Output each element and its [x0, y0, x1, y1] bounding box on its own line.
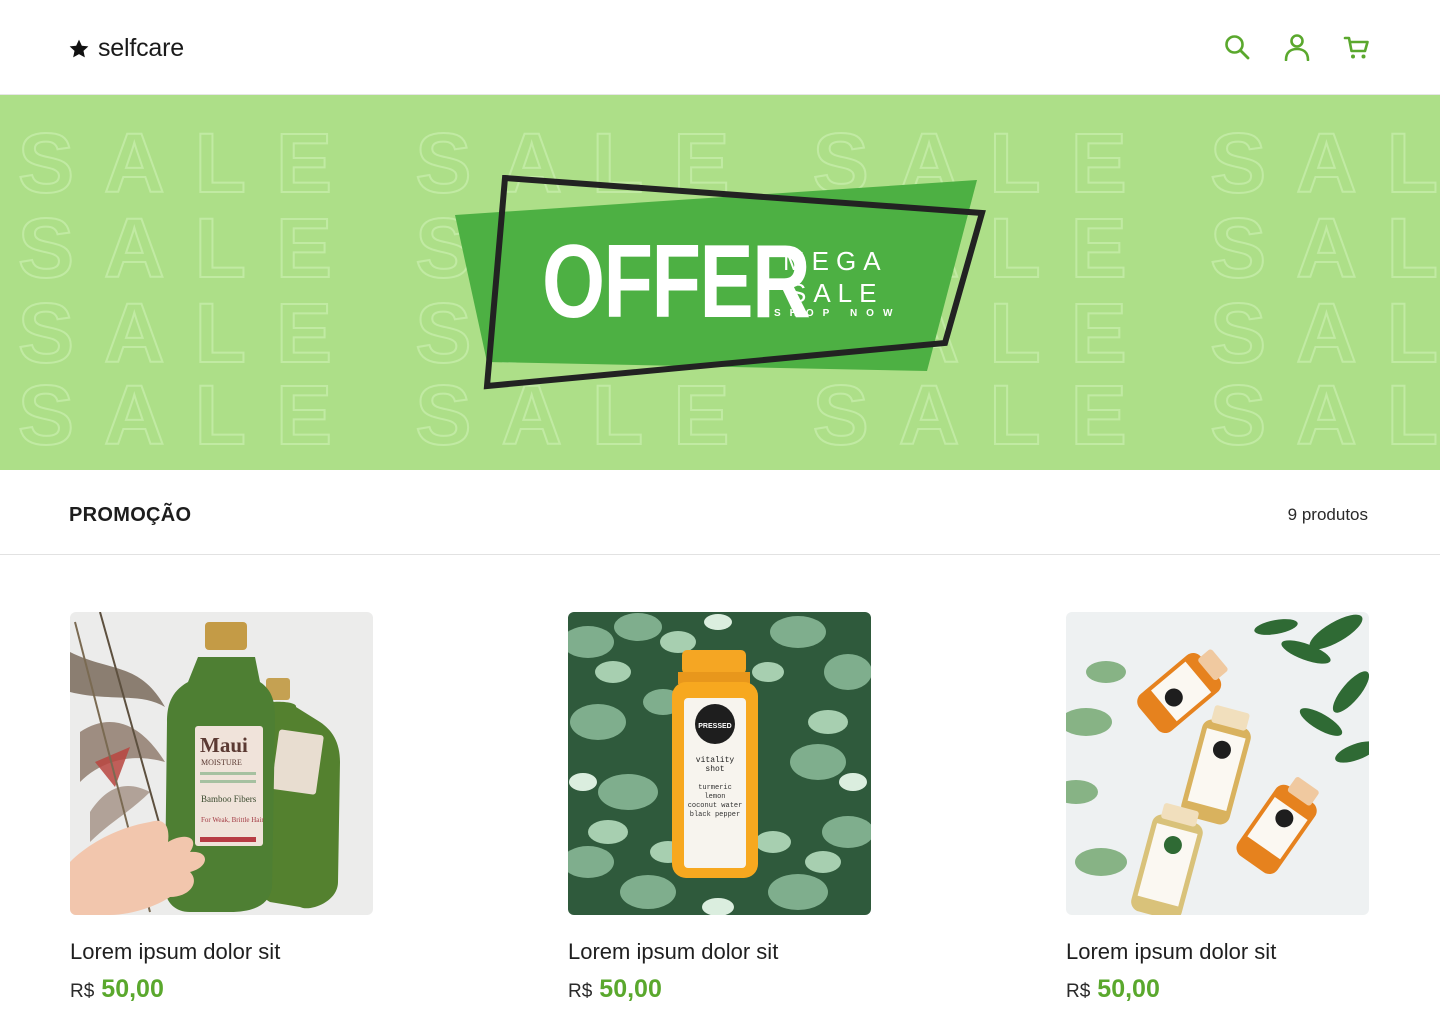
svg-text:vitality: vitality — [696, 756, 735, 765]
product-image-vitality-shot[interactable]: PRESSED vitality shot turmeric lemon coc… — [568, 612, 871, 915]
svg-text:For Weak, Brittle Hair: For Weak, Brittle Hair — [201, 816, 264, 824]
product-card[interactable]: Lorem ipsum dolor sit R$ 50,00 — [1066, 612, 1369, 1004]
svg-text:lemon: lemon — [704, 793, 725, 801]
section-header: PROMOÇÃO 9 produtos — [0, 470, 1440, 555]
svg-text:black pepper: black pepper — [690, 811, 740, 819]
price-amount: 50,00 — [599, 975, 662, 1003]
search-icon — [1225, 35, 1250, 60]
product-name[interactable]: Lorem ipsum dolor sit — [1066, 939, 1369, 965]
cart-button[interactable] — [1342, 30, 1372, 64]
svg-text:turmeric: turmeric — [698, 784, 732, 792]
product-image-juice-shots[interactable] — [1066, 612, 1369, 915]
svg-text:Bamboo Fibers: Bamboo Fibers — [201, 794, 257, 804]
product-name[interactable]: Lorem ipsum dolor sit — [568, 939, 871, 965]
svg-text:Maui: Maui — [200, 733, 248, 757]
star-icon — [69, 39, 89, 57]
account-button[interactable] — [1282, 30, 1312, 64]
promo-banner[interactable]: SALE SALE SALE SALE SALE SALE SALE SALE … — [0, 95, 1440, 470]
brand-name: selfcare — [98, 34, 184, 62]
svg-text:coconut water: coconut water — [688, 802, 743, 810]
price-currency: R$ — [1066, 981, 1091, 1002]
product-price: R$ 50,00 — [1066, 975, 1369, 1004]
product-image-shampoo[interactable]: Maui MOISTURE Bamboo Fibers For Weak, Br… — [70, 612, 373, 915]
price-amount: 50,00 — [101, 975, 164, 1003]
section-title: PROMOÇÃO — [69, 504, 192, 526]
product-price: R$ 50,00 — [70, 975, 373, 1004]
brand-logo[interactable]: selfcare — [68, 34, 184, 63]
product-card[interactable]: Maui MOISTURE Bamboo Fibers For Weak, Br… — [70, 612, 373, 1004]
svg-text:PRESSED: PRESSED — [698, 723, 731, 730]
product-card[interactable]: PRESSED vitality shot turmeric lemon coc… — [568, 612, 871, 1004]
price-amount: 50,00 — [1097, 975, 1160, 1003]
offer-heading: OFFER — [542, 224, 811, 340]
svg-text:shot: shot — [705, 765, 724, 774]
site-header: selfcare — [0, 0, 1440, 95]
mega-label: MEGA — [783, 246, 888, 276]
product-count: 9 produtos — [1287, 505, 1368, 524]
cart-icon — [1343, 36, 1369, 59]
svg-text:MOISTURE: MOISTURE — [201, 758, 242, 767]
product-name[interactable]: Lorem ipsum dolor sit — [70, 939, 373, 965]
price-currency: R$ — [568, 981, 593, 1002]
user-icon — [1284, 34, 1310, 61]
sale-label: SALE — [789, 278, 884, 308]
shop-now-link[interactable]: SHOP NOW — [774, 309, 901, 319]
price-currency: R$ — [70, 981, 95, 1002]
product-price: R$ 50,00 — [568, 975, 871, 1004]
header-actions — [1222, 30, 1372, 64]
search-button[interactable] — [1222, 30, 1252, 64]
